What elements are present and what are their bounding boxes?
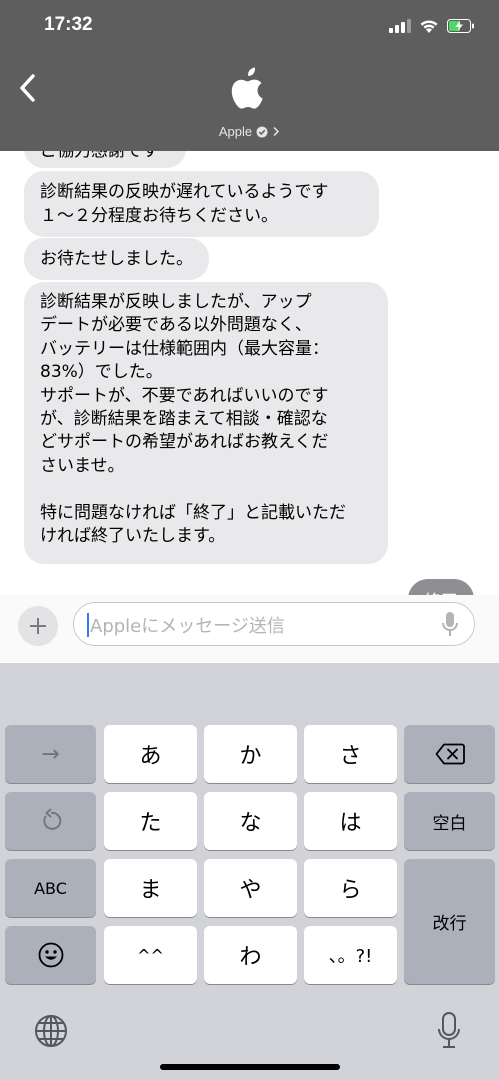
key-a[interactable]: あ — [104, 725, 197, 783]
space-key[interactable]: 空白 — [404, 792, 495, 850]
key-sa[interactable]: さ — [304, 725, 397, 783]
plus-icon — [30, 618, 46, 634]
abc-key[interactable]: ABC — [5, 859, 96, 917]
message-bubble-sent: 終了 — [408, 579, 474, 595]
contact-name-row[interactable]: Apple — [0, 124, 499, 139]
message-bubble-received: 診断結果の反映が遅れているようです １〜２分程度お待ちください。 — [24, 171, 379, 237]
message-input-placeholder: Appleにメッセージ送信 — [90, 616, 285, 637]
message-list[interactable]: ご協力感謝です 診断結果の反映が遅れているようです １〜２分程度お待ちください。… — [0, 151, 499, 595]
key-wa[interactable]: わ — [204, 926, 297, 984]
message-bubble-received: 診断結果が反映しましたが、アップ デートが必要である以外問題なく、 バッテリーは… — [24, 282, 388, 564]
key-na[interactable]: な — [204, 792, 297, 850]
key-ta[interactable]: た — [104, 792, 197, 850]
return-key[interactable]: 改行 — [404, 859, 495, 984]
emoji-icon — [38, 942, 63, 968]
home-indicator — [160, 1064, 340, 1070]
message-bubble-received: お待たせしました。 — [24, 238, 209, 280]
wifi-icon — [420, 19, 438, 33]
undo-key[interactable] — [5, 792, 96, 850]
key-ma[interactable]: ま — [104, 859, 197, 917]
key-ka[interactable]: か — [204, 725, 297, 783]
delete-backspace-icon — [435, 743, 465, 765]
add-attachment-button[interactable] — [18, 606, 58, 646]
status-time: 17:32 — [44, 14, 93, 35]
chat-header: 17:32 Apple — [0, 0, 499, 151]
apple-logo-icon — [231, 67, 263, 109]
signal-icon — [389, 19, 411, 33]
kaomoji-key[interactable]: ^^ — [104, 926, 197, 984]
emoji-key[interactable] — [5, 926, 96, 984]
key-ra[interactable]: ら — [304, 859, 397, 917]
contact-name: Apple — [218, 124, 253, 139]
key-ya[interactable]: や — [204, 859, 297, 917]
globe-icon[interactable] — [34, 1014, 68, 1048]
message-bubble-received: ご協力感謝です — [24, 151, 186, 168]
text-caret — [87, 613, 89, 637]
battery-charging-icon — [447, 19, 474, 33]
undo-icon — [42, 808, 61, 830]
arrow-right-key[interactable]: → — [5, 725, 96, 783]
punctuation-key[interactable]: 、。?! — [304, 926, 397, 984]
keyboard-mic-icon[interactable] — [437, 1012, 461, 1050]
key-ha[interactable]: は — [304, 792, 397, 850]
delete-key[interactable] — [404, 725, 495, 783]
verified-badge-icon — [256, 126, 268, 137]
back-chevron-icon[interactable] — [14, 70, 44, 106]
status-icons — [389, 16, 475, 36]
dictation-mic-icon[interactable] — [440, 611, 460, 639]
chevron-right-icon — [273, 126, 280, 137]
